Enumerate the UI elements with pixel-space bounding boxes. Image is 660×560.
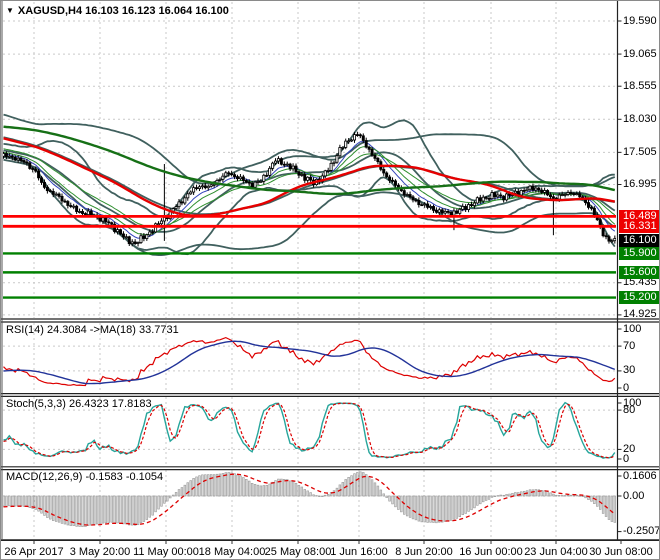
price-tick-label: 18.555 — [623, 79, 657, 92]
price-tick-label: 17.505 — [623, 145, 657, 158]
date-tick-label: 11 May 00:00 — [133, 546, 199, 558]
macd-tick-label: -0.2507 — [623, 525, 660, 538]
price-tick-label: 19.590 — [623, 14, 657, 27]
date-tick-label: 18 May 04:00 — [198, 546, 266, 558]
date-tick-label: 8 Jun 20:00 — [395, 546, 453, 558]
stoch-tick-label: 0 — [623, 452, 630, 465]
price-tick-label: 18.030 — [623, 112, 657, 125]
current-price-badge: 16.100 — [619, 234, 659, 248]
date-tick-label: 1 Jun 16:00 — [330, 546, 388, 558]
resistance-price-badge: 16.331 — [619, 219, 659, 233]
support-price-badge: 15.900 — [619, 246, 659, 260]
date-tick-label: 26 Apr 2017 — [4, 546, 64, 558]
macd-indicator-label: MACD(12,26,9) -0.1583 -0.1054 — [6, 471, 164, 483]
macd-tick-label: 0.1606 — [623, 469, 657, 482]
date-tick-label: 25 May 08:00 — [264, 546, 332, 558]
price-tick-label: 19.065 — [623, 47, 657, 60]
rsi-tick-label: 100 — [623, 322, 642, 335]
chevron-down-icon[interactable]: ▼ — [6, 6, 14, 15]
macd-tick-label: 0.00 — [623, 489, 645, 502]
rsi-tick-label: 70 — [623, 339, 636, 352]
date-tick-label: 30 Jun 08:00 — [589, 546, 653, 558]
price-tick-label: 14.925 — [623, 308, 657, 321]
price-tick-label: 16.995 — [623, 177, 657, 190]
trading-chart-window: { "window": { "symbol_line": "XAGUSD,H4 … — [0, 0, 660, 560]
symbol-quote-line[interactable]: ▼ XAGUSD,H4 16.103 16.123 16.064 16.100 — [6, 5, 229, 17]
stoch-indicator-label: Stoch(5,3,3) 26.4323 17.8183 — [6, 398, 152, 410]
rsi-tick-label: 30 — [623, 364, 636, 377]
date-tick-label: 3 May 20:00 — [69, 546, 131, 558]
support-price-badge: 15.200 — [619, 291, 659, 305]
date-tick-label: 16 Jun 00:00 — [459, 546, 523, 558]
stoch-tick-label: 80 — [623, 403, 636, 416]
support-price-badge: 15.600 — [619, 265, 659, 279]
rsi-indicator-label: RSI(14) 24.3084 ->MA(18) 33.7731 — [6, 324, 179, 336]
rsi-tick-label: 0 — [623, 381, 630, 394]
symbol-quote-text: XAGUSD,H4 16.103 16.123 16.064 16.100 — [17, 5, 229, 17]
date-tick-label: 23 Jun 04:00 — [524, 546, 588, 558]
